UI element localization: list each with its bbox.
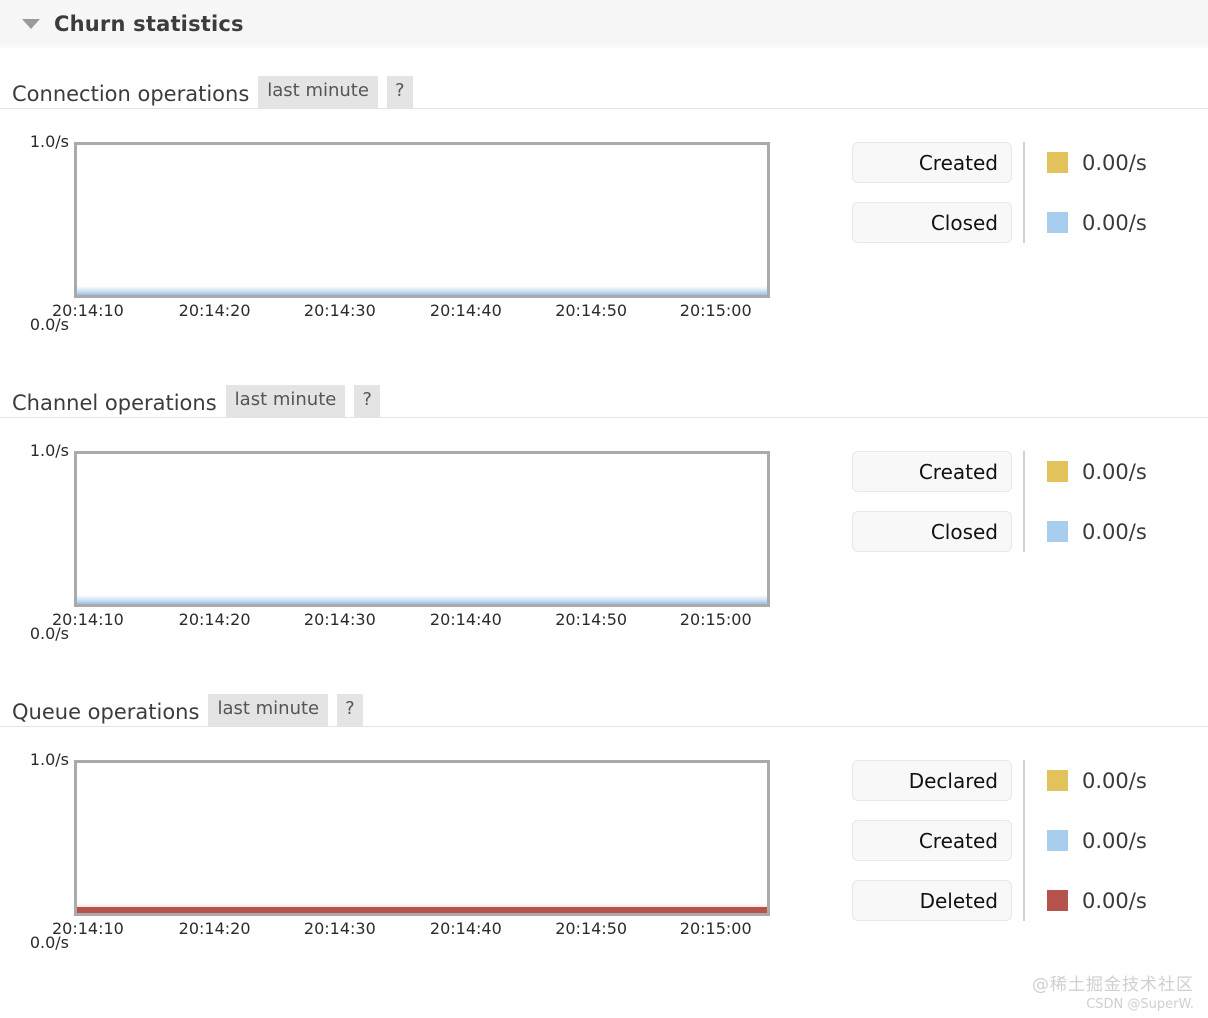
channel-operations-legend: Created Closed 0.00/s 0.00/s [852,451,1147,571]
channel-operations-period-badge[interactable]: last minute [225,385,346,417]
page-title: Churn statistics [54,12,244,36]
channel-operations-chart: 1.0/s 0.0/s 20:14:10 20:14:20 20:14:30 2… [30,441,770,643]
color-swatch-declared [1047,770,1068,791]
closed-series-line [77,286,767,295]
x-tick: 20:14:50 [555,610,628,629]
divider [0,108,1208,109]
legend-button-closed[interactable]: Closed [852,202,1012,243]
queue-operations-x-axis: 20:14:10 20:14:20 20:14:30 20:14:40 20:1… [52,919,770,941]
x-tick: 20:14:30 [303,610,376,629]
x-tick: 20:14:20 [178,919,251,938]
closed-series-line [77,595,767,604]
legend-value-created: 0.00/s [1047,820,1147,861]
churn-statistics-section-header[interactable]: Churn statistics [0,0,1208,48]
legend-button-created[interactable]: Created [852,451,1012,492]
channel-operations-help-badge[interactable]: ? [354,385,380,417]
connection-operations-help-badge[interactable]: ? [386,76,413,108]
connection-operations-x-axis: 20:14:10 20:14:20 20:14:30 20:14:40 20:1… [52,301,770,323]
queue-operations-block: Queue operations last minute ? 1.0/s 0.0… [0,688,1208,952]
watermark-main: @稀土掘金技术社区 [1032,975,1194,995]
x-tick: 20:14:40 [429,919,502,938]
x-tick: 20:14:30 [303,301,376,320]
legend-value-closed: 0.00/s [1047,202,1147,243]
divider [0,726,1208,727]
channel-operations-plot-area[interactable] [74,451,770,607]
queue-operations-header: Queue operations last minute ? [0,688,1208,726]
queue-operations-title: Queue operations [12,700,200,724]
connection-operations-header: Connection operations last minute ? [0,70,1208,108]
x-tick: 20:14:10 [51,301,124,320]
x-tick: 20:14:40 [429,610,502,629]
legend-rate-created: 0.00/s [1082,459,1147,484]
legend-button-declared[interactable]: Declared [852,760,1012,801]
legend-divider [1023,142,1025,243]
x-tick: 20:14:20 [178,301,251,320]
connection-operations-plot-area[interactable] [74,142,770,298]
watermark: @稀土掘金技术社区 CSDN @SuperW. [1032,970,1194,1012]
legend-button-closed[interactable]: Closed [852,511,1012,552]
legend-value-deleted: 0.00/s [1047,880,1147,921]
y-axis-max-label: 1.0/s [29,750,69,769]
x-tick: 20:14:10 [51,919,124,938]
legend-rate-deleted: 0.00/s [1082,888,1147,913]
x-tick: 20:14:20 [178,610,251,629]
divider [0,417,1208,418]
queue-operations-period-badge[interactable]: last minute [208,694,329,726]
x-tick: 20:14:50 [555,919,628,938]
connection-operations-title: Connection operations [12,82,250,106]
channel-operations-title: Channel operations [12,391,217,415]
y-axis-max-label: 1.0/s [29,132,69,151]
color-swatch-closed [1047,521,1068,542]
channel-operations-block: Channel operations last minute ? 1.0/s 0… [0,379,1208,643]
x-tick: 20:14:10 [51,610,124,629]
y-axis-max-label: 1.0/s [29,441,69,460]
legend-button-created[interactable]: Created [852,142,1012,183]
color-swatch-closed [1047,212,1068,233]
legend-value-closed: 0.00/s [1047,511,1147,552]
legend-divider [1023,451,1025,552]
x-tick: 20:15:00 [679,610,752,629]
legend-rate-closed: 0.00/s [1082,519,1147,544]
legend-value-created: 0.00/s [1047,451,1147,492]
legend-divider [1023,760,1025,921]
color-swatch-created [1047,152,1068,173]
deleted-series-line [77,903,767,913]
queue-operations-chart: 1.0/s 0.0/s 20:14:10 20:14:20 20:14:30 2… [30,750,770,952]
color-swatch-created [1047,830,1068,851]
legend-rate-closed: 0.00/s [1082,210,1147,235]
queue-operations-legend: Declared Created Deleted 0.00/s 0.00/s 0… [852,760,1147,940]
queue-operations-help-badge[interactable]: ? [337,694,363,726]
connection-operations-chart: 1.0/s 0.0/s 20:14:10 20:14:20 20:14:30 2… [30,132,770,334]
x-tick: 20:15:00 [679,301,752,320]
legend-button-deleted[interactable]: Deleted [852,880,1012,921]
legend-value-declared: 0.00/s [1047,760,1147,801]
connection-operations-period-badge[interactable]: last minute [258,76,378,108]
color-swatch-deleted [1047,890,1068,911]
watermark-sub: CSDN @SuperW. [1086,997,1194,1012]
connection-operations-block: Connection operations last minute ? 1.0/… [0,70,1208,334]
x-tick: 20:14:30 [303,919,376,938]
legend-rate-declared: 0.00/s [1082,768,1147,793]
legend-rate-created: 0.00/s [1082,150,1147,175]
legend-rate-created: 0.00/s [1082,828,1147,853]
x-tick: 20:14:40 [429,301,502,320]
channel-operations-header: Channel operations last minute ? [0,379,1208,417]
color-swatch-created [1047,461,1068,482]
chevron-down-icon[interactable] [22,19,40,29]
x-tick: 20:15:00 [679,919,752,938]
legend-button-created[interactable]: Created [852,820,1012,861]
queue-operations-plot-area[interactable] [74,760,770,916]
connection-operations-legend: Created Closed 0.00/s 0.00/s [852,142,1147,262]
x-tick: 20:14:50 [555,301,628,320]
legend-value-created: 0.00/s [1047,142,1147,183]
channel-operations-x-axis: 20:14:10 20:14:20 20:14:30 20:14:40 20:1… [52,610,770,632]
